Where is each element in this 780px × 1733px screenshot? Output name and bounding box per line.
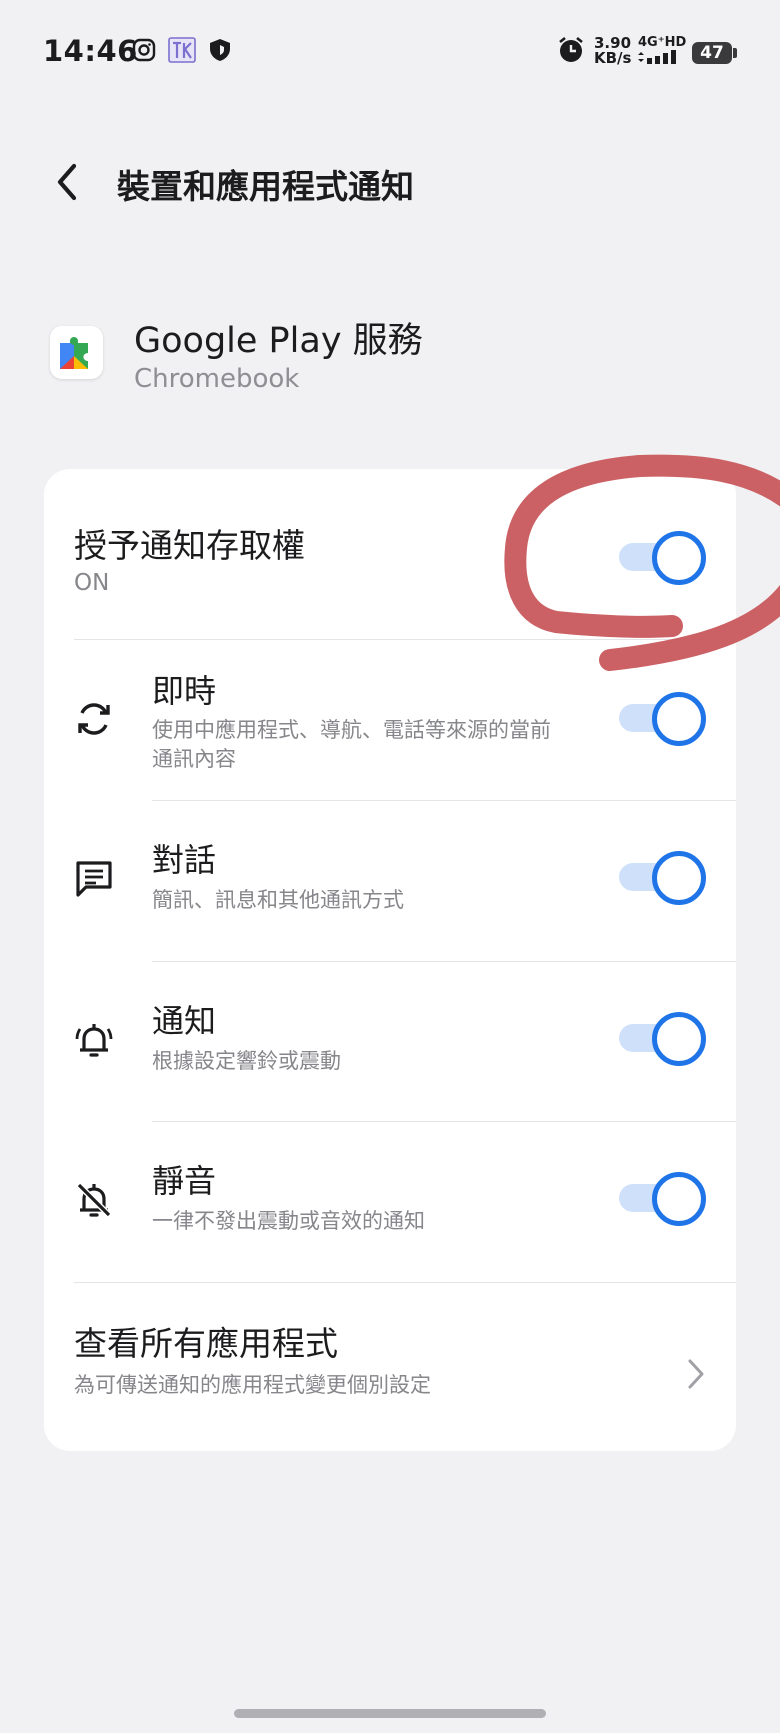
alerting-toggle[interactable] (619, 1010, 706, 1066)
bell-ring-icon (75, 1024, 113, 1057)
alerting-title: 通知 (152, 1002, 217, 1040)
toggle-knob (652, 851, 706, 905)
view-all-apps-row[interactable]: 查看所有應用程式 為可傳送通知的應用程式變更個別設定 (44, 1283, 736, 1451)
network-label: 4G⁺HD (638, 35, 687, 50)
instagram-icon (132, 38, 156, 62)
app-name: Google Play 服務 (134, 321, 423, 361)
alerting-subtitle: 根據設定響鈴或震動 (152, 1049, 341, 1073)
alarm-icon (559, 36, 583, 62)
network-speed: 3.90 KB/s (594, 36, 631, 66)
battery-indicator: 47 (692, 42, 732, 64)
alerting-row[interactable]: 通知 根據設定響鈴或震動 (44, 962, 736, 1121)
chat-icon (76, 861, 112, 897)
sync-icon (78, 703, 110, 735)
app-icon (168, 37, 196, 63)
toggle-knob (652, 1012, 706, 1066)
conversation-subtitle: 簡訊、訊息和其他通訊方式 (152, 888, 404, 912)
realtime-toggle[interactable] (619, 690, 706, 746)
realtime-title: 即時 (152, 672, 217, 710)
realtime-subtitle: 使用中應用程式、導航、電話等來源的當前通訊內容 (152, 718, 551, 771)
speed-unit: KB/s (594, 49, 632, 67)
silent-toggle[interactable] (619, 1170, 706, 1226)
back-button[interactable] (46, 160, 90, 204)
signal-icon (638, 50, 676, 64)
toggle-knob (652, 531, 706, 585)
page-title: 裝置和應用程式通知 (117, 167, 414, 206)
app-subtitle: Chromebook (134, 364, 300, 394)
chevron-right-icon (688, 1359, 704, 1389)
toggle-knob (652, 692, 706, 746)
silent-row[interactable]: 靜音 一律不發出震動或音效的通知 (44, 1122, 736, 1282)
realtime-row[interactable]: 即時 使用中應用程式、導航、電話等來源的當前通訊內容 (44, 640, 736, 800)
grant-access-status: ON (74, 570, 110, 596)
toggle-knob (652, 1172, 706, 1226)
view-all-apps-subtitle: 為可傳送通知的應用程式變更個別設定 (74, 1373, 431, 1397)
conversation-row[interactable]: 對話 簡訊、訊息和其他通訊方式 (44, 801, 736, 961)
silent-subtitle: 一律不發出震動或音效的通知 (152, 1209, 425, 1233)
network-type: 4G⁺HD (638, 36, 686, 68)
conversation-toggle[interactable] (619, 849, 706, 905)
shield-icon (210, 39, 230, 61)
grant-access-title: 授予通知存取權 (74, 526, 305, 565)
grant-access-row[interactable]: 授予通知存取權 ON (44, 469, 736, 639)
status-bar: 14:46 3.90 KB/s 4G⁺HD 47 (0, 0, 780, 104)
home-indicator[interactable] (234, 1709, 546, 1718)
conversation-title: 對話 (152, 841, 217, 879)
silent-title: 靜音 (152, 1162, 217, 1200)
notification-settings-card: 授予通知存取權 ON 即時 使用中應用程式、導航、電話等來源的當前通訊內容 對話… (44, 469, 736, 1451)
google-play-services-icon (50, 326, 103, 379)
grant-access-toggle[interactable] (619, 529, 706, 585)
status-time: 14:46 (43, 34, 138, 68)
battery-tip (733, 48, 737, 58)
view-all-apps-title: 查看所有應用程式 (74, 1324, 338, 1363)
bell-off-icon (76, 1182, 112, 1218)
back-arrow-icon (57, 163, 77, 201)
